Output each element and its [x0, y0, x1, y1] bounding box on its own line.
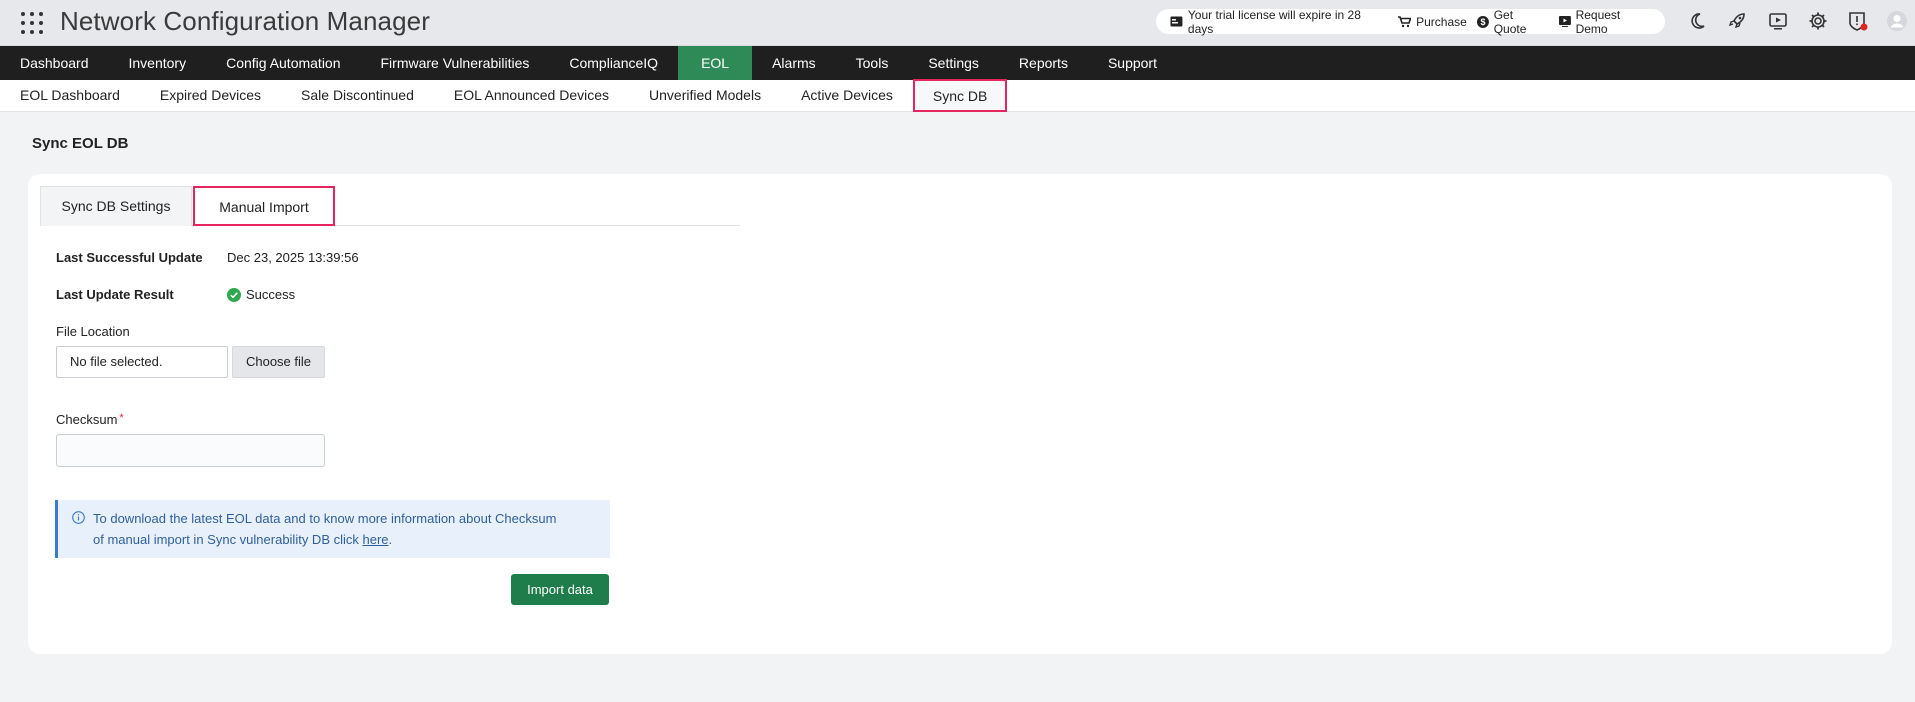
cart-icon	[1398, 15, 1412, 27]
checksum-label: Checksum	[56, 412, 118, 427]
video-icon[interactable]	[1767, 10, 1789, 32]
info-icon	[72, 511, 85, 524]
nav-alarms[interactable]: Alarms	[752, 46, 836, 80]
info-line-2-text: of manual import in Sync vulnerability D…	[93, 532, 363, 547]
nav-inventory[interactable]: Inventory	[109, 46, 207, 80]
nav-config-automation[interactable]: Config Automation	[206, 46, 360, 80]
checksum-input[interactable]	[56, 434, 325, 467]
demo-icon	[1558, 16, 1571, 27]
purchase-link[interactable]: Purchase	[1398, 15, 1467, 29]
import-data-button[interactable]: Import data	[511, 574, 609, 605]
get-quote-label: Get Quote	[1493, 7, 1527, 36]
license-icon	[1170, 16, 1183, 27]
last-result-value: Success	[246, 287, 296, 302]
choose-file-button[interactable]: Choose file	[232, 346, 325, 378]
subnav-eol-announced-devices[interactable]: EOL Announced Devices	[434, 80, 629, 112]
required-marker: *	[119, 412, 124, 424]
rocket-icon[interactable]	[1726, 10, 1748, 32]
nav-dashboard[interactable]: Dashboard	[0, 46, 109, 80]
nav-support[interactable]: Support	[1088, 46, 1177, 80]
nav-complianceiq[interactable]: ComplianceIQ	[549, 46, 678, 80]
request-demo-link[interactable]: Request Demo	[1558, 7, 1655, 36]
moon-icon[interactable]	[1686, 10, 1708, 32]
sub-nav: EOL Dashboard Expired Devices Sale Disco…	[0, 79, 1915, 112]
here-link[interactable]: here	[363, 532, 389, 547]
apps-grid-icon[interactable]	[20, 11, 44, 35]
trial-pill: Your trial license will expire in 28 day…	[1156, 7, 1665, 36]
get-quote-link[interactable]: $ Get Quote	[1476, 7, 1549, 36]
nav-firmware-vulnerabilities[interactable]: Firmware Vulnerabilities	[361, 46, 550, 80]
tab-sync-db-settings[interactable]: Sync DB Settings	[40, 186, 192, 226]
gear-icon[interactable]	[1807, 10, 1829, 32]
trial-text: Your trial license will expire in 28 day…	[1187, 7, 1361, 36]
file-location-display[interactable]: No file selected.	[56, 346, 228, 378]
subnav-sync-db[interactable]: Sync DB	[912, 79, 1008, 112]
nav-reports[interactable]: Reports	[999, 46, 1088, 80]
info-line-1: To download the latest EOL data and to k…	[93, 511, 557, 526]
app-title: Network Configuration Manager	[60, 6, 430, 36]
success-check-icon	[227, 287, 241, 302]
last-result-label: Last Update Result	[56, 287, 174, 302]
tab-bar: Sync DB Settings Manual Import	[40, 186, 740, 226]
subnav-eol-dashboard[interactable]: EOL Dashboard	[0, 80, 140, 112]
trial-license-notice[interactable]: Your trial license will expire in 28 day…	[1170, 8, 1388, 36]
page-title: Sync EOL DB	[32, 135, 129, 152]
svg-text:$: $	[1480, 16, 1485, 26]
checksum-label-wrap: Checksum *	[56, 412, 124, 427]
nav-settings[interactable]: Settings	[908, 46, 999, 80]
nav-eol[interactable]: EOL	[678, 46, 753, 80]
dollar-icon: $	[1476, 15, 1489, 28]
user-avatar-icon[interactable]	[1886, 10, 1908, 32]
subnav-unverified-models[interactable]: Unverified Models	[629, 80, 781, 112]
alert-shield-icon[interactable]	[1847, 10, 1869, 32]
last-result: Success	[227, 287, 295, 302]
tab-manual-import[interactable]: Manual Import	[193, 186, 335, 226]
top-header: Network Configuration Manager Your trial…	[0, 0, 1915, 46]
last-update-label: Last Successful Update	[56, 250, 203, 265]
request-demo-label: Request Demo	[1575, 7, 1621, 36]
sync-card: Sync DB Settings Manual Import Last Succ…	[28, 174, 1892, 654]
purchase-label: Purchase	[1416, 14, 1467, 29]
last-update-value: Dec 23, 2025 13:39:56	[227, 250, 359, 265]
info-banner: To download the latest EOL data and to k…	[55, 500, 610, 558]
nav-tools[interactable]: Tools	[836, 46, 909, 80]
info-line-2: of manual import in Sync vulnerability D…	[93, 529, 556, 550]
file-location-label: File Location	[56, 324, 130, 339]
subnav-active-devices[interactable]: Active Devices	[781, 80, 913, 112]
subnav-expired-devices[interactable]: Expired Devices	[140, 80, 281, 112]
main-nav: Dashboard Inventory Config Automation Fi…	[0, 46, 1915, 80]
subnav-sale-discontinued[interactable]: Sale Discontinued	[281, 80, 434, 112]
info-text: To download the latest EOL data and to k…	[93, 508, 556, 558]
info-line-2-end: .	[388, 532, 393, 547]
